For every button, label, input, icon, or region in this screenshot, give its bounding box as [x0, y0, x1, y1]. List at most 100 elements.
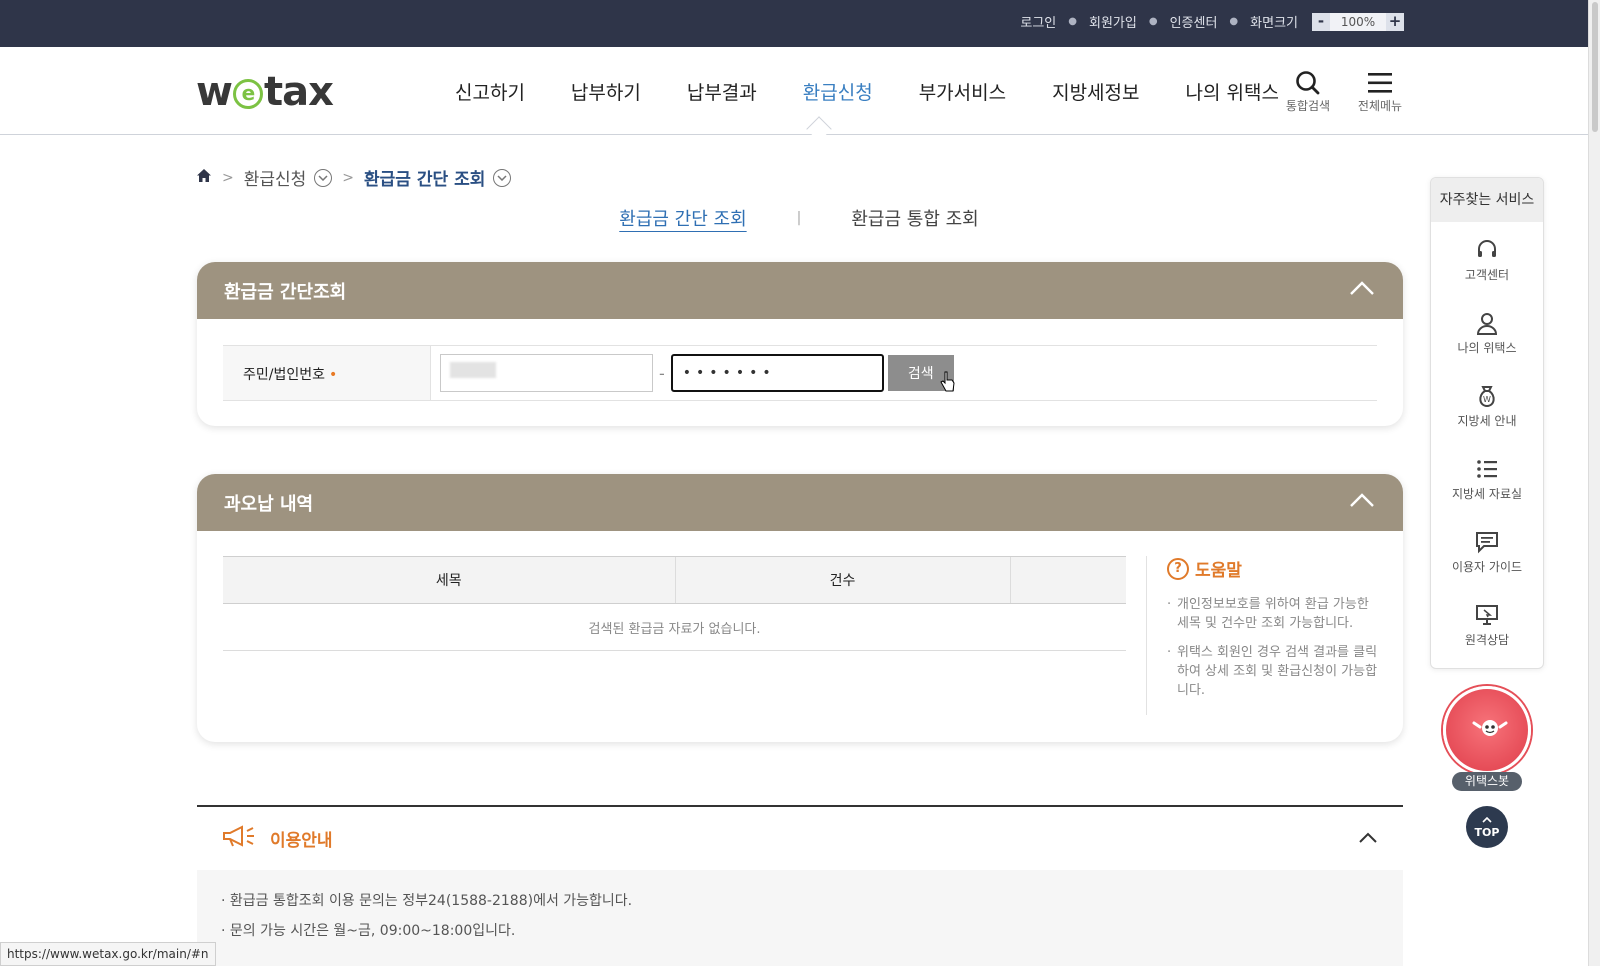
nav-report[interactable]: 신고하기: [455, 78, 525, 105]
column-header-empty: [1009, 556, 1126, 604]
overpayment-table: 세목 건수 검색된 환급금 자료가 없습니다.: [223, 556, 1126, 651]
guide-body: · 환급금 통합조회 이용 문의는 정부24(1588-2188)에서 가능합니…: [197, 870, 1403, 966]
tab-integrated-refund-lookup[interactable]: 환급금 통합 조회: [851, 205, 978, 231]
column-header-count: 건수: [674, 556, 1010, 604]
panel-header: 과오납 내역: [197, 474, 1403, 531]
quick-item-label: 원격상담: [1464, 633, 1510, 647]
nav-pay[interactable]: 납부하기: [571, 78, 641, 105]
quick-services-sidebar: 자주찾는 서비스 고객센터 나의 위택스 W 지방세 안내 지방세 자료실 이용…: [1430, 177, 1544, 669]
table-header-row: 세목 건수: [223, 556, 1126, 604]
panel-title: 과오납 내역: [224, 494, 314, 515]
monitor-icon: [1431, 603, 1543, 631]
home-icon[interactable]: [196, 168, 212, 188]
guide-divider: [197, 805, 1403, 807]
id-number-fields: - 검색: [431, 346, 956, 400]
login-link[interactable]: 로그인: [1020, 12, 1056, 31]
quick-item-local-tax-guide[interactable]: W 지방세 안내: [1431, 368, 1543, 441]
zoom-out-button[interactable]: -: [1312, 12, 1330, 31]
utility-bar: 로그인 ● 회원가입 ● 인증센터 ● 화면크기 - 100% +: [0, 0, 1600, 47]
required-mark: •: [329, 367, 338, 383]
panel-title: 환급금 간단조회: [224, 282, 347, 303]
quick-item-label: 나의 위택스: [1457, 341, 1517, 355]
sub-tabs: 환급금 간단 조회 | 환급금 통합 조회: [196, 205, 1402, 231]
quick-item-user-guide[interactable]: 이용자 가이드: [1431, 514, 1543, 587]
bot-label[interactable]: 위택스봇: [1452, 772, 1522, 791]
field-label: 주민/법인번호: [243, 367, 325, 383]
breadcrumb-separator: >: [222, 169, 234, 186]
guide-header: 이용안내: [222, 825, 333, 852]
wetax-bot-button[interactable]: [1443, 686, 1531, 774]
bot-face-icon: [1472, 720, 1508, 736]
zoom-in-button[interactable]: +: [1386, 12, 1404, 31]
tab-divider: |: [796, 210, 802, 226]
breadcrumb-level1[interactable]: 환급신청: [244, 165, 307, 190]
guide-item: · 문의 가능 시간은 월~금, 09:00~18:00입니다.: [221, 923, 516, 939]
wetax-logo[interactable]: w e tax: [196, 69, 334, 115]
guide-item: · 환급금 통합조회 이용 문의는 정부24(1588-2188)에서 가능합니…: [221, 893, 633, 909]
quick-item-my-wetax[interactable]: 나의 위택스: [1431, 295, 1543, 368]
main-nav: 신고하기 납부하기 납부결과 환급신청 부가서비스 지방세정보 나의 위택스: [455, 78, 1325, 105]
nav-extra-services[interactable]: 부가서비스: [919, 78, 1006, 105]
separator-dot: ●: [1148, 16, 1158, 27]
logo-text-left: w: [196, 69, 233, 115]
scrollbar-thumb[interactable]: [1592, 2, 1598, 132]
top-label: TOP: [1474, 826, 1500, 839]
separator-dot: ●: [1068, 16, 1077, 27]
screen-size-label: 화면크기: [1250, 16, 1298, 31]
chevron-up-icon[interactable]: [1349, 492, 1375, 513]
quick-item-customer-center[interactable]: 고객센터: [1431, 222, 1543, 295]
integrated-search-button[interactable]: 통합검색: [1278, 69, 1338, 114]
menu-label: 전체메뉴: [1357, 99, 1403, 113]
help-item: 개인정보보호를 위하여 환급 가능한 세목 및 건수만 조회 가능합니다.: [1167, 595, 1382, 633]
quick-item-remote-support[interactable]: 원격상담: [1431, 587, 1543, 660]
first-input-wrap: [440, 354, 653, 392]
scroll-top-button[interactable]: TOP: [1466, 806, 1508, 848]
guide-title: 이용안내: [270, 831, 333, 851]
id-number-second-input[interactable]: [670, 354, 884, 392]
masked-value: [450, 362, 496, 378]
panel-header: 환급금 간단조회: [197, 262, 1403, 319]
chevron-up-icon[interactable]: [1349, 280, 1375, 301]
id-number-row: 주민/법인번호• - 검색: [223, 345, 1377, 401]
nav-local-tax-info[interactable]: 지방세정보: [1052, 78, 1139, 105]
tab-simple-refund-lookup[interactable]: 환급금 간단 조회: [619, 205, 746, 231]
help-title: ? 도움말: [1167, 556, 1382, 581]
person-icon: [1431, 311, 1543, 339]
quick-services-title: 자주찾는 서비스: [1431, 178, 1543, 222]
nav-my-wetax[interactable]: 나의 위택스: [1186, 78, 1279, 105]
nav-pay-result[interactable]: 납부결과: [687, 78, 757, 105]
browser-status-url: https://www.wetax.go.kr/main/#n: [0, 942, 216, 966]
signup-link[interactable]: 회원가입: [1089, 12, 1137, 31]
svg-text:W: W: [1483, 395, 1491, 404]
quick-item-label: 이용자 가이드: [1451, 560, 1523, 574]
quick-item-label: 지방세 자료실: [1451, 487, 1523, 501]
search-label: 통합검색: [1285, 99, 1331, 113]
breadcrumb-current[interactable]: 환급금 간단 조회: [364, 165, 485, 190]
cert-center-link[interactable]: 인증센터: [1170, 12, 1218, 31]
utility-links: 로그인 ● 회원가입 ● 인증센터 ● 화면크기 - 100% +: [1020, 12, 1404, 31]
chevron-up-icon[interactable]: [1358, 829, 1378, 848]
nav-refund[interactable]: 환급신청: [803, 78, 873, 105]
empty-message: 검색된 환급금 자료가 없습니다.: [223, 603, 1126, 651]
logo-e-mark: e: [232, 79, 263, 109]
cursor-hand-icon: [940, 371, 956, 397]
money-bag-icon: W: [1431, 384, 1543, 412]
hamburger-icon: [1350, 69, 1410, 97]
search-icon: [1278, 69, 1338, 97]
all-menu-button[interactable]: 전체메뉴: [1350, 69, 1410, 114]
chat-bubble-icon: [1431, 530, 1543, 558]
separator-dot: ●: [1229, 16, 1239, 27]
chevron-down-icon[interactable]: [314, 168, 333, 187]
zoom-value: 100%: [1330, 12, 1386, 31]
chevron-up-icon: [1466, 813, 1508, 826]
quick-item-local-tax-library[interactable]: 지방세 자료실: [1431, 441, 1543, 514]
zoom-control: - 100% +: [1312, 12, 1404, 31]
column-header-tax-item: 세목: [223, 556, 675, 604]
question-icon: ?: [1167, 557, 1189, 580]
help-box: ? 도움말 개인정보보호를 위하여 환급 가능한 세목 및 건수만 조회 가능합…: [1146, 556, 1382, 715]
breadcrumb-separator: >: [342, 169, 355, 186]
logo-text-right: tax: [263, 69, 334, 115]
table-row: 검색된 환급금 자료가 없습니다.: [223, 603, 1126, 651]
chevron-down-icon[interactable]: [493, 168, 512, 187]
page-scrollbar[interactable]: [1588, 0, 1600, 966]
